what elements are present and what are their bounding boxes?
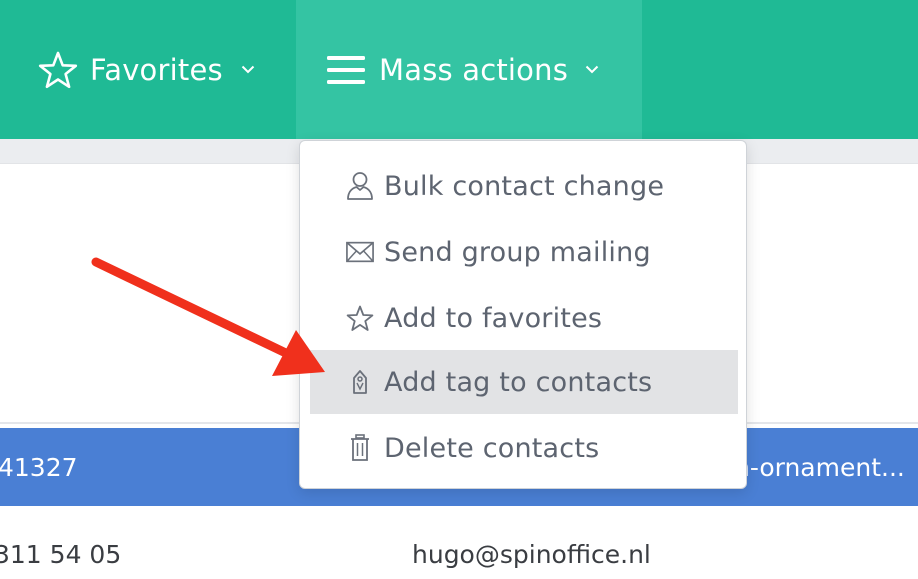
menu-item-add-to-favorites[interactable]: Add to favorites [310,286,738,350]
menu-item-label: Bulk contact change [384,170,665,202]
person-icon [346,171,374,201]
mass-actions-label: Mass actions [379,52,569,87]
star-icon [346,305,374,332]
menu-item-bulk-contact-change[interactable]: Bulk contact change [310,154,738,218]
star-icon [38,51,78,89]
phone-cell: 311 54 05 [0,540,122,569]
favorites-button[interactable]: Favorites [0,0,296,139]
menu-item-label: Delete contacts [384,432,600,464]
top-toolbar: Favorites Mass actions [0,0,918,139]
mass-actions-button[interactable]: Mass actions [296,0,642,139]
chevron-down-icon [241,65,255,74]
phone-cell: 41327 [0,453,78,482]
trash-icon [346,434,374,462]
mass-actions-dropdown: Bulk contact change Send group mailing A… [299,140,747,489]
menu-item-label: Add tag to contacts [384,366,653,398]
hamburger-icon [327,54,365,86]
email-cell: hugo@spinoffice.nl [412,540,651,569]
chevron-down-icon [585,65,599,74]
menu-item-label: Send group mailing [384,236,651,268]
menu-item-delete-contacts[interactable]: Delete contacts [310,416,738,480]
tag-icon [346,369,374,395]
table-row[interactable]: 311 54 05 hugo@spinoffice.nl [0,506,918,579]
envelope-icon [346,241,374,263]
favorites-label: Favorites [90,52,223,87]
menu-item-add-tag-to-contacts[interactable]: Add tag to contacts [310,350,738,414]
menu-item-label: Add to favorites [384,302,603,334]
email-cell: n-ornament... [734,453,905,482]
menu-item-send-group-mailing[interactable]: Send group mailing [310,220,738,284]
